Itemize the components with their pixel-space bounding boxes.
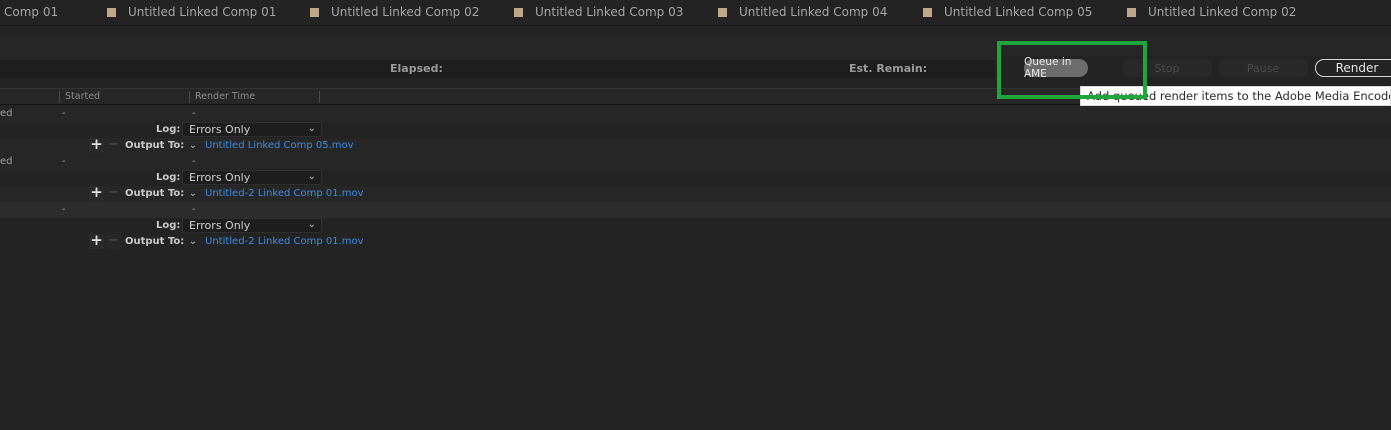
log-dropdown[interactable]: Errors Only ⌄ [182,122,322,137]
tab-label: Untitled Linked Comp 02 [1148,5,1297,19]
log-label: Log: [156,172,181,183]
render-time-value: - [192,204,196,215]
output-row: + − Output To: ⌄ Untitled Linked Comp 05… [0,137,1391,154]
tab-label: Comp 01 [4,5,59,19]
output-row: + − Output To: ⌄ Untitled-2 Linked Comp … [0,233,1391,250]
output-file-link[interactable]: Untitled-2 Linked Comp 01.mov [205,188,364,199]
log-dropdown[interactable]: Errors Only ⌄ [182,218,322,233]
column-divider[interactable] [59,91,60,103]
tab-untitled-linked-comp-01[interactable]: Untitled Linked Comp 01 [107,0,276,24]
tab-label: Untitled Linked Comp 05 [944,5,1093,19]
plus-icon[interactable]: + [89,137,104,153]
minus-icon[interactable]: − [106,186,121,201]
comp-tab-bar: Comp 01 Untitled Linked Comp 01 Untitled… [0,0,1391,26]
pause-button[interactable]: Pause [1218,59,1308,77]
log-row: Log: Errors Only ⌄ [0,218,1391,234]
minus-icon[interactable]: − [106,234,121,249]
log-row: Log: Errors Only ⌄ [0,122,1391,138]
plus-icon[interactable]: + [89,185,104,201]
output-to-label: Output To: [125,140,185,151]
tab-label: Untitled Linked Comp 02 [331,5,480,19]
log-value: Errors Only [189,123,251,136]
status-text: ed [0,156,13,167]
chevron-down-icon[interactable]: ⌄ [185,234,201,249]
chevron-down-icon[interactable]: ⌄ [185,138,201,153]
render-item-row[interactable]: - - [0,202,1391,218]
footage-square-icon [310,7,319,17]
log-label: Log: [156,124,181,135]
queue-in-ame-tooltip: Add queued render items to the Adobe Med… [1080,86,1391,106]
footage-square-icon [514,7,523,17]
est-remain-label: Est. Remain: [849,62,928,75]
started-value: - [62,204,66,215]
column-started[interactable]: Started [65,91,100,102]
log-row: Log: Errors Only ⌄ [0,170,1391,186]
footage-square-icon [923,7,932,17]
chevron-down-icon: ⌄ [307,171,316,182]
log-value: Errors Only [189,219,251,232]
minus-icon[interactable]: − [106,138,121,153]
render-item-row[interactable]: ed - - [0,106,1391,122]
tab-untitled-linked-comp-04[interactable]: Untitled Linked Comp 04 [718,0,887,24]
tab-untitled-linked-comp-02-b[interactable]: Untitled Linked Comp 02 [1127,0,1296,24]
footage-square-icon [718,7,727,17]
stop-button[interactable]: Stop [1122,59,1212,77]
output-row: + − Output To: ⌄ Untitled-2 Linked Comp … [0,185,1391,202]
plus-icon[interactable]: + [89,233,104,249]
chevron-down-icon[interactable]: ⌄ [185,186,201,201]
tab-label: Untitled Linked Comp 04 [739,5,888,19]
tab-untitled-linked-comp-03[interactable]: Untitled Linked Comp 03 [514,0,683,24]
column-divider[interactable] [189,91,190,103]
render-time-value: - [192,156,196,167]
output-to-label: Output To: [125,188,185,199]
started-value: - [62,108,66,119]
log-value: Errors Only [189,171,251,184]
started-value: - [62,156,66,167]
render-queue-panel: Comp 01 Untitled Linked Comp 01 Untitled… [0,0,1391,430]
footage-square-icon [107,7,116,17]
status-text: ed [0,108,13,119]
output-file-link[interactable]: Untitled-2 Linked Comp 01.mov [205,236,364,247]
tab-untitled-linked-comp-05[interactable]: Untitled Linked Comp 05 [923,0,1092,24]
tab-untitled-linked-comp-02[interactable]: Untitled Linked Comp 02 [310,0,479,24]
column-render-time[interactable]: Render Time [195,91,255,102]
elapsed-label: Elapsed: [390,62,443,75]
queue-in-ame-button[interactable]: Queue in AME [1024,56,1088,80]
log-dropdown[interactable]: Errors Only ⌄ [182,170,322,185]
tab-label: Untitled Linked Comp 03 [535,5,684,19]
output-to-label: Output To: [125,236,185,247]
render-item-row[interactable]: ed - - [0,154,1391,170]
footage-square-icon [1127,7,1136,17]
chevron-down-icon: ⌄ [307,219,316,230]
chevron-down-icon: ⌄ [307,123,316,134]
tab-label: Untitled Linked Comp 01 [128,5,277,19]
log-label: Log: [156,220,181,231]
render-time-value: - [192,108,196,119]
output-file-link[interactable]: Untitled Linked Comp 05.mov [205,140,354,151]
column-divider[interactable] [319,91,320,103]
tab-comp-01[interactable]: Comp 01 [4,0,58,24]
progress-status-row: Elapsed: Est. Remain: [0,60,995,78]
render-button[interactable]: Render [1315,59,1391,77]
